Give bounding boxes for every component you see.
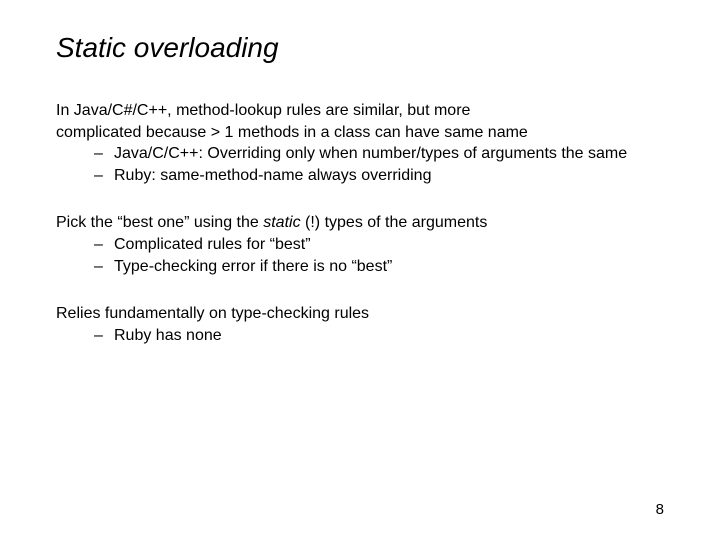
para1-line1: In Java/C#/C++, method-lookup rules are …	[56, 100, 664, 122]
list-item: Ruby: same-method-name always overriding	[94, 165, 664, 187]
para1-bullets: Java/C/C++: Overriding only when number/…	[56, 143, 664, 186]
para2-italic: static	[263, 214, 300, 231]
para2-post: (!) types of the arguments	[301, 214, 488, 231]
paragraph-1: In Java/C#/C++, method-lookup rules are …	[56, 100, 664, 186]
paragraph-3: Relies fundamentally on type-checking ru…	[56, 303, 664, 346]
slide-title: Static overloading	[56, 32, 664, 64]
paragraph-2: Pick the “best one” using the static (!)…	[56, 212, 664, 277]
para3-bullets: Ruby has none	[56, 325, 664, 347]
para2-text: Pick the “best one” using the static (!)…	[56, 214, 487, 231]
para1-line2: complicated because > 1 methods in a cla…	[56, 122, 664, 144]
list-item: Complicated rules for “best”	[94, 234, 664, 256]
list-item: Java/C/C++: Overriding only when number/…	[94, 143, 664, 165]
para2-pre: Pick the “best one” using the	[56, 214, 263, 231]
list-item: Ruby has none	[94, 325, 664, 347]
para3-text: Relies fundamentally on type-checking ru…	[56, 303, 664, 325]
para2-bullets: Complicated rules for “best” Type-checki…	[56, 234, 664, 277]
page-number: 8	[656, 501, 664, 518]
list-item: Type-checking error if there is no “best…	[94, 256, 664, 278]
